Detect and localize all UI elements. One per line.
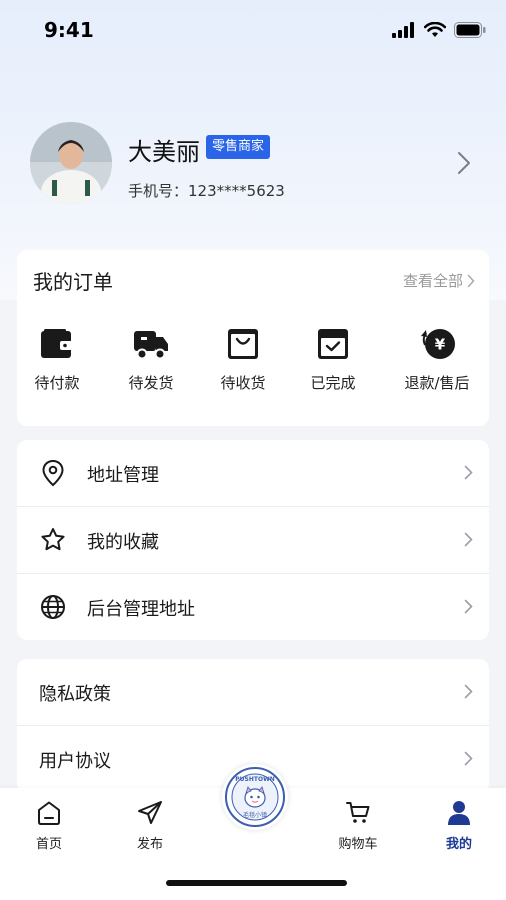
- box-check-icon: [318, 329, 348, 359]
- logo-bottom-text: 毛毯小镇: [243, 811, 267, 819]
- view-all-label: 查看全部: [402, 272, 463, 290]
- order-status-completed[interactable]: 已完成: [287, 324, 379, 404]
- order-status-label: 待付款: [34, 374, 80, 392]
- user-icon: [448, 801, 470, 825]
- location-pin-icon: [42, 459, 64, 487]
- battery-icon: [454, 22, 486, 38]
- orders-title: 我的订单: [33, 270, 113, 294]
- order-status-pending-receipt[interactable]: 待收货: [197, 324, 289, 404]
- tab-label: 我的: [445, 837, 472, 852]
- menu-item-label: 地址管理: [87, 465, 159, 486]
- tab-publish[interactable]: 发布: [110, 798, 190, 852]
- send-icon: [138, 801, 162, 824]
- phone-number: 123****5623: [188, 182, 285, 200]
- chevron-right-icon: [464, 599, 473, 614]
- chevron-right-icon: [464, 751, 473, 766]
- tab-label: 首页: [35, 837, 62, 852]
- tab-mine[interactable]: 我的: [419, 798, 499, 852]
- merchant-badge: 零售商家: [206, 135, 271, 159]
- tab-cart[interactable]: 购物车: [318, 798, 398, 852]
- phone-label: 手机号：: [128, 182, 189, 200]
- phone-text: 手机号：123****5623: [128, 180, 285, 201]
- menu-item-favorites[interactable]: 我的收藏: [17, 507, 489, 573]
- menu-item-label: 隐私政策: [39, 684, 111, 705]
- menu-item-admin-address[interactable]: 后台管理地址: [17, 574, 489, 640]
- avatar[interactable]: [30, 122, 112, 204]
- chevron-right-icon: [467, 274, 475, 287]
- menu-item-label: 用户协议: [39, 751, 111, 772]
- order-status-pending-payment[interactable]: 待付款: [11, 324, 103, 404]
- menu-group-1: 地址管理 我的收藏 后台管理地址: [17, 440, 489, 640]
- cart-icon: [346, 802, 370, 823]
- globe-icon: [41, 595, 65, 619]
- truck-icon: [134, 331, 168, 360]
- chevron-right-icon: [464, 465, 473, 480]
- order-status-label: 待发货: [128, 374, 174, 392]
- status-icons: [392, 22, 486, 38]
- menu-item-label: 我的收藏: [87, 532, 159, 553]
- status-bar: 9:41: [0, 0, 506, 62]
- wallet-icon: [41, 329, 73, 358]
- menu-item-address[interactable]: 地址管理: [17, 440, 489, 506]
- order-status-label: 退款/售后: [404, 374, 470, 392]
- order-status-row: 待付款 待发货 待收货 已完成 ¥ 退款/售后: [17, 324, 489, 404]
- svg-text:¥: ¥: [435, 336, 446, 354]
- tab-label: 购物车: [338, 837, 378, 852]
- logo-top-text: PUSHTOWN: [235, 776, 274, 783]
- star-icon: [41, 528, 65, 551]
- home-icon: [38, 801, 60, 825]
- signal-icon: [392, 22, 414, 38]
- wifi-icon: [424, 22, 446, 37]
- tab-label: 发布: [136, 837, 163, 852]
- chevron-right-icon: [464, 532, 473, 547]
- status-time: 9:41: [44, 18, 94, 42]
- home-indicator: [166, 880, 347, 886]
- order-status-pending-shipment[interactable]: 待发货: [105, 324, 197, 404]
- refund-yen-icon: ¥: [421, 329, 455, 359]
- menu-item-privacy-policy[interactable]: 隐私政策: [17, 659, 489, 725]
- menu-item-label: 后台管理地址: [87, 599, 195, 620]
- orders-card: 我的订单 查看全部 待付款 待发货 待收货 已完成 ¥ 退款/售后: [17, 250, 489, 426]
- tab-home[interactable]: 首页: [9, 798, 89, 852]
- view-all-orders-link[interactable]: 查看全部: [403, 270, 475, 291]
- order-status-refund[interactable]: ¥ 退款/售后: [391, 324, 483, 404]
- bag-icon: [228, 329, 258, 359]
- chevron-right-icon[interactable]: [456, 150, 472, 176]
- pushtown-logo: PUSHTOWN 毛毯小镇: [225, 767, 285, 827]
- chevron-right-icon: [464, 684, 473, 699]
- order-status-label: 待收货: [220, 374, 266, 392]
- center-logo-button[interactable]: PUSHTOWN 毛毯小镇: [222, 764, 288, 830]
- profile-section[interactable]: 大美丽 零售商家 手机号：123****5623: [0, 110, 506, 220]
- order-status-label: 已完成: [310, 374, 356, 392]
- user-name: 大美丽: [128, 138, 200, 166]
